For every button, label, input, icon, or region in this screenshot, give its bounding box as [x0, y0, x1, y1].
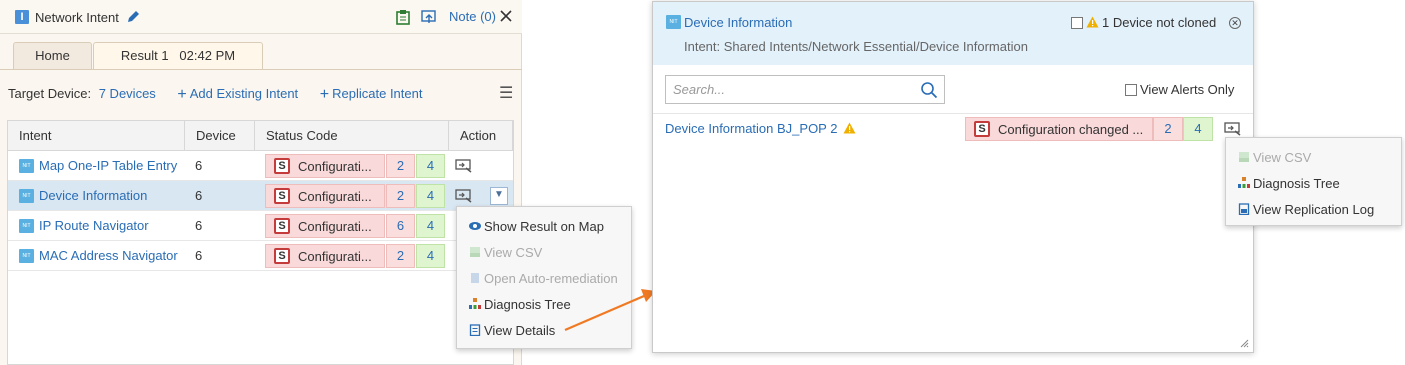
clone-status-text: 1 Device not cloned	[1102, 15, 1217, 30]
dialog-divider	[653, 113, 1253, 114]
warning-icon	[843, 122, 856, 134]
alert-count-red[interactable]: 2	[1153, 117, 1183, 141]
device-information-dialog: NIT Device Information Intent: Shared In…	[652, 1, 1254, 353]
resize-handle-icon[interactable]	[1239, 338, 1249, 348]
menu-item-label: View Replication Log	[1253, 202, 1375, 217]
intent-file-icon: NIT	[666, 15, 681, 29]
menu-item-view-replication-log[interactable]: View Replication Log	[1238, 202, 1374, 222]
dialog-title: Device Information	[684, 15, 793, 30]
dialog-header: NIT Device Information Intent: Shared In…	[653, 2, 1253, 65]
clone-status-checkbox[interactable]	[1071, 17, 1083, 29]
view-alerts-label: View Alerts Only	[1140, 82, 1235, 97]
log-file-icon	[1238, 203, 1250, 215]
clone-status: 1 Device not cloned	[1071, 15, 1216, 30]
ok-count-green[interactable]: 4	[1183, 117, 1213, 141]
device-result-link[interactable]: Device Information BJ_POP 2	[665, 121, 856, 136]
status-code-cell[interactable]: S Configuration changed ...	[965, 117, 1153, 141]
search-icon[interactable]	[920, 81, 938, 99]
status-s-badge: S	[974, 121, 990, 137]
view-alerts-only-toggle[interactable]: View Alerts Only	[1125, 82, 1234, 97]
menu-item-view-csv: View CSV	[1238, 150, 1311, 170]
tree-icon	[1238, 177, 1250, 188]
view-detail-icon[interactable]	[1224, 122, 1242, 136]
status-text: Configuration changed ...	[998, 122, 1144, 137]
view-alerts-checkbox[interactable]	[1125, 84, 1137, 96]
menu-item-diagnosis-tree[interactable]: Diagnosis Tree	[1238, 176, 1340, 196]
csv-file-icon	[1239, 152, 1249, 162]
warning-icon	[1086, 16, 1099, 28]
row-action-menu: View CSV Diagnosis Tree View Replication…	[1225, 137, 1402, 226]
search-box	[665, 75, 945, 104]
menu-item-label: Diagnosis Tree	[1253, 176, 1340, 191]
dialog-close-icon[interactable]: ✕	[1229, 17, 1241, 29]
dialog-subtitle: Intent: Shared Intents/Network Essential…	[684, 39, 1028, 54]
menu-item-label: View CSV	[1253, 150, 1312, 165]
device-result-label: Device Information BJ_POP 2	[665, 121, 838, 136]
search-input[interactable]	[667, 77, 912, 102]
